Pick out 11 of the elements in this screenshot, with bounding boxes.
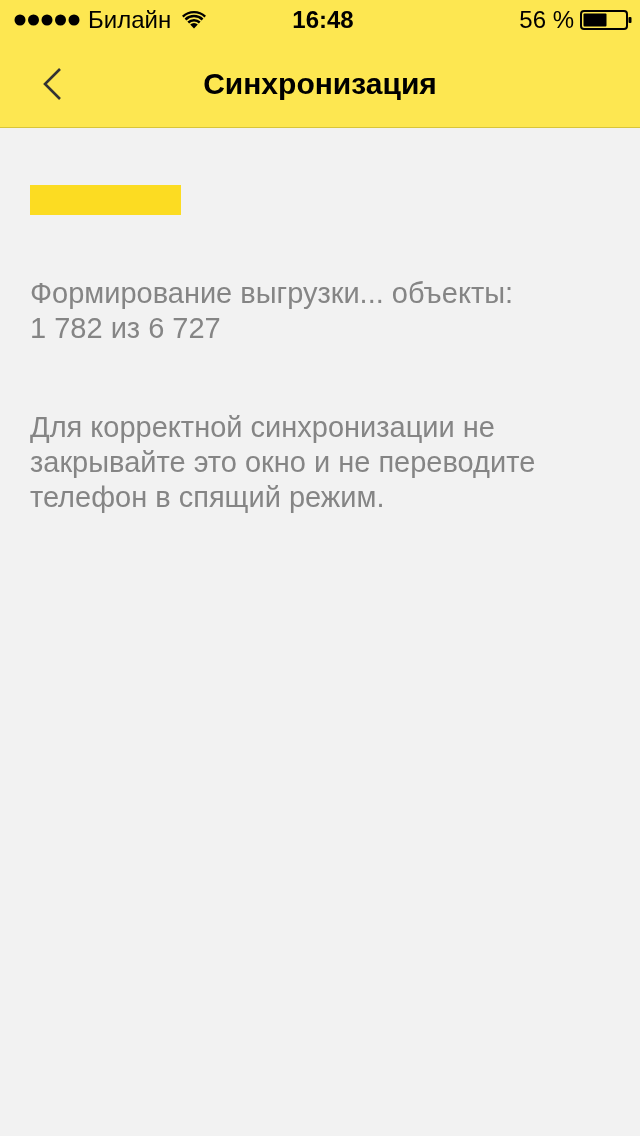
battery-percent: 56 % — [519, 6, 574, 34]
progress-count: 1 782 из 6 727 — [30, 311, 222, 346]
signal-icon — [14, 14, 80, 26]
status-time: 16:48 — [292, 6, 354, 34]
progress-label: Формирование выгрузки... объекты: — [30, 276, 515, 311]
wifi-icon — [182, 11, 207, 29]
carrier-name: Билайн — [88, 6, 172, 34]
notice-text: Для корректной синхронизации не закрывайте это окно и не переводите телефон в спящий режим. — [30, 410, 537, 515]
screen-title: Синхронизация — [202, 66, 438, 101]
chevron-left-icon — [42, 66, 62, 101]
battery-icon — [580, 10, 632, 30]
